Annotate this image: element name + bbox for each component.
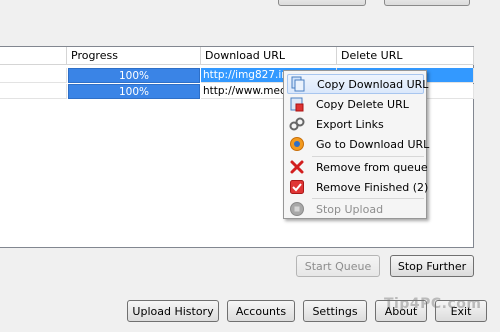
menu-item-copy-download-url[interactable]: Copy Download URL [287, 74, 428, 94]
copy-delete-icon [289, 96, 305, 112]
browser-icon [289, 136, 305, 152]
progress-bar: 100% [68, 68, 200, 83]
upload-history-button[interactable]: Upload History [127, 300, 219, 322]
menu-item-stop-upload[interactable]: Stop Upload [287, 199, 424, 219]
menu-item-remove-from-queue[interactable]: Remove from queue [287, 157, 428, 177]
top-button-partial-1[interactable] [278, 0, 366, 6]
menu-item-label: Export Links [316, 117, 384, 131]
row-name-cell [0, 84, 67, 99]
row-name-cell [0, 68, 67, 83]
menu-item-label: Copy Download URL [317, 77, 429, 91]
watermark: Tip4PC.com [384, 296, 482, 312]
column-header-delete-url[interactable]: Delete URL [337, 47, 474, 65]
top-button-partial-2[interactable] [384, 0, 470, 6]
menu-item-export-links[interactable]: Export Links [287, 114, 424, 134]
menu-item-label: Copy Delete URL [316, 97, 409, 111]
stop-icon [289, 201, 305, 217]
links-icon [289, 116, 305, 132]
copy-icon [290, 76, 306, 92]
column-header-download-url[interactable]: Download URL [201, 47, 337, 65]
column-header-progress[interactable]: Progress [67, 47, 201, 65]
column-header-blank[interactable] [0, 47, 67, 65]
menu-item-label: Stop Upload [316, 202, 384, 216]
context-menu: Copy Download URL Copy Delete URL Export… [283, 70, 429, 219]
settings-button[interactable]: Settings [303, 300, 367, 322]
start-queue-button[interactable]: Start Queue [296, 255, 380, 277]
accounts-button[interactable]: Accounts [227, 300, 295, 322]
progress-bar: 100% [68, 84, 200, 99]
stop-further-button[interactable]: Stop Further [390, 255, 474, 277]
menu-item-label: Remove from queue [316, 160, 428, 174]
red-x-icon [289, 159, 305, 175]
menu-item-label: Go to Download URL [316, 137, 430, 151]
right-gutter [474, 46, 500, 248]
menu-item-remove-finished[interactable]: Remove Finished (2) [287, 177, 428, 197]
menu-item-label: Remove Finished (2) [316, 180, 429, 194]
red-check-icon [289, 179, 305, 195]
menu-item-go-to-download-url[interactable]: Go to Download URL [287, 134, 429, 154]
menu-item-copy-delete-url[interactable]: Copy Delete URL [287, 94, 424, 114]
